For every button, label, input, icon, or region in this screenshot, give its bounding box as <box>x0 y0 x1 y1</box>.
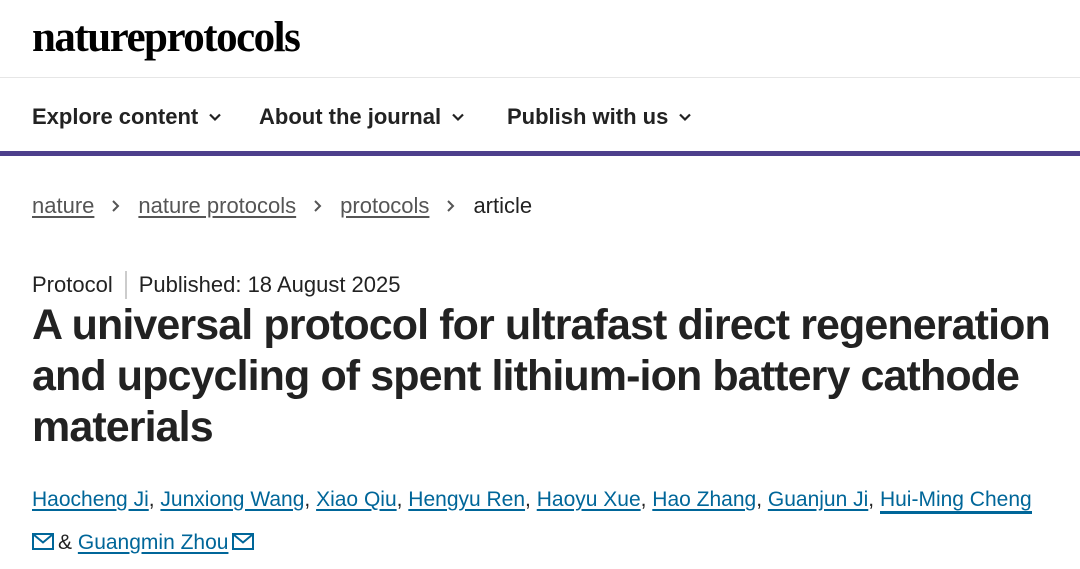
breadcrumb-nature-protocols[interactable]: nature protocols <box>138 193 296 219</box>
meta-divider <box>124 271 127 299</box>
chevron-down-icon <box>679 113 692 122</box>
breadcrumb: nature nature protocols protocols articl… <box>32 193 532 219</box>
breadcrumb-current: article <box>473 193 533 218</box>
breadcrumb-nature[interactable]: nature <box>32 193 94 219</box>
nav-explore-content[interactable]: Explore content <box>32 104 222 130</box>
author-separator: , <box>525 488 537 511</box>
chevron-down-icon <box>209 113 222 122</box>
author-separator: , <box>640 488 653 511</box>
chevron-right-icon <box>314 200 322 212</box>
author-link[interactable]: Hao Zhang <box>652 488 756 511</box>
mail-icon[interactable] <box>32 533 54 550</box>
article-title: A universal protocol for ultrafast direc… <box>32 301 1051 451</box>
nav-about-journal[interactable]: About the journal <box>259 104 465 130</box>
author-link[interactable]: Xiao Qiu <box>316 488 397 511</box>
article-type: Protocol <box>32 272 113 297</box>
nav-label: About the journal <box>259 104 442 129</box>
author-ampersand: & <box>58 531 73 554</box>
journal-logo[interactable]: natureprotocols <box>32 14 301 62</box>
author-separator: , <box>396 488 409 511</box>
chevron-right-icon <box>447 200 455 212</box>
author-separator: , <box>868 488 880 511</box>
chevron-right-icon <box>112 200 120 212</box>
author-link[interactable]: Guanjun Ji <box>768 488 868 511</box>
author-separator: , <box>304 488 317 511</box>
chevron-down-icon <box>452 113 464 122</box>
site-header: natureprotocols <box>0 0 1080 78</box>
author-link[interactable]: Haoyu Xue <box>537 488 641 511</box>
author-list: Haocheng Ji, Junxiong Wang, Xiao Qiu, He… <box>32 478 1078 564</box>
corresponding-author-link[interactable]: Hui-Ming Cheng <box>879 488 1032 514</box>
author-link[interactable]: Hengyu Ren <box>408 488 525 511</box>
breadcrumb-protocols[interactable]: protocols <box>340 193 429 219</box>
nav-publish-with-us[interactable]: Publish with us <box>507 104 692 130</box>
article-meta: Protocol Published: 18 August 2025 <box>32 271 400 299</box>
corresponding-author-link[interactable]: Guangmin Zhou <box>78 531 229 554</box>
published-date: Published: 18 August 2025 <box>138 272 401 297</box>
author-link[interactable]: Junxiong Wang <box>160 488 304 511</box>
main-nav: Explore content About the journal Publis… <box>0 78 1080 156</box>
mail-icon[interactable] <box>232 533 255 550</box>
author-separator: , <box>148 488 161 511</box>
nav-label: Publish with us <box>507 104 669 129</box>
author-separator: , <box>756 488 768 511</box>
author-link[interactable]: Haocheng Ji <box>32 488 149 511</box>
nav-label: Explore content <box>32 104 199 129</box>
